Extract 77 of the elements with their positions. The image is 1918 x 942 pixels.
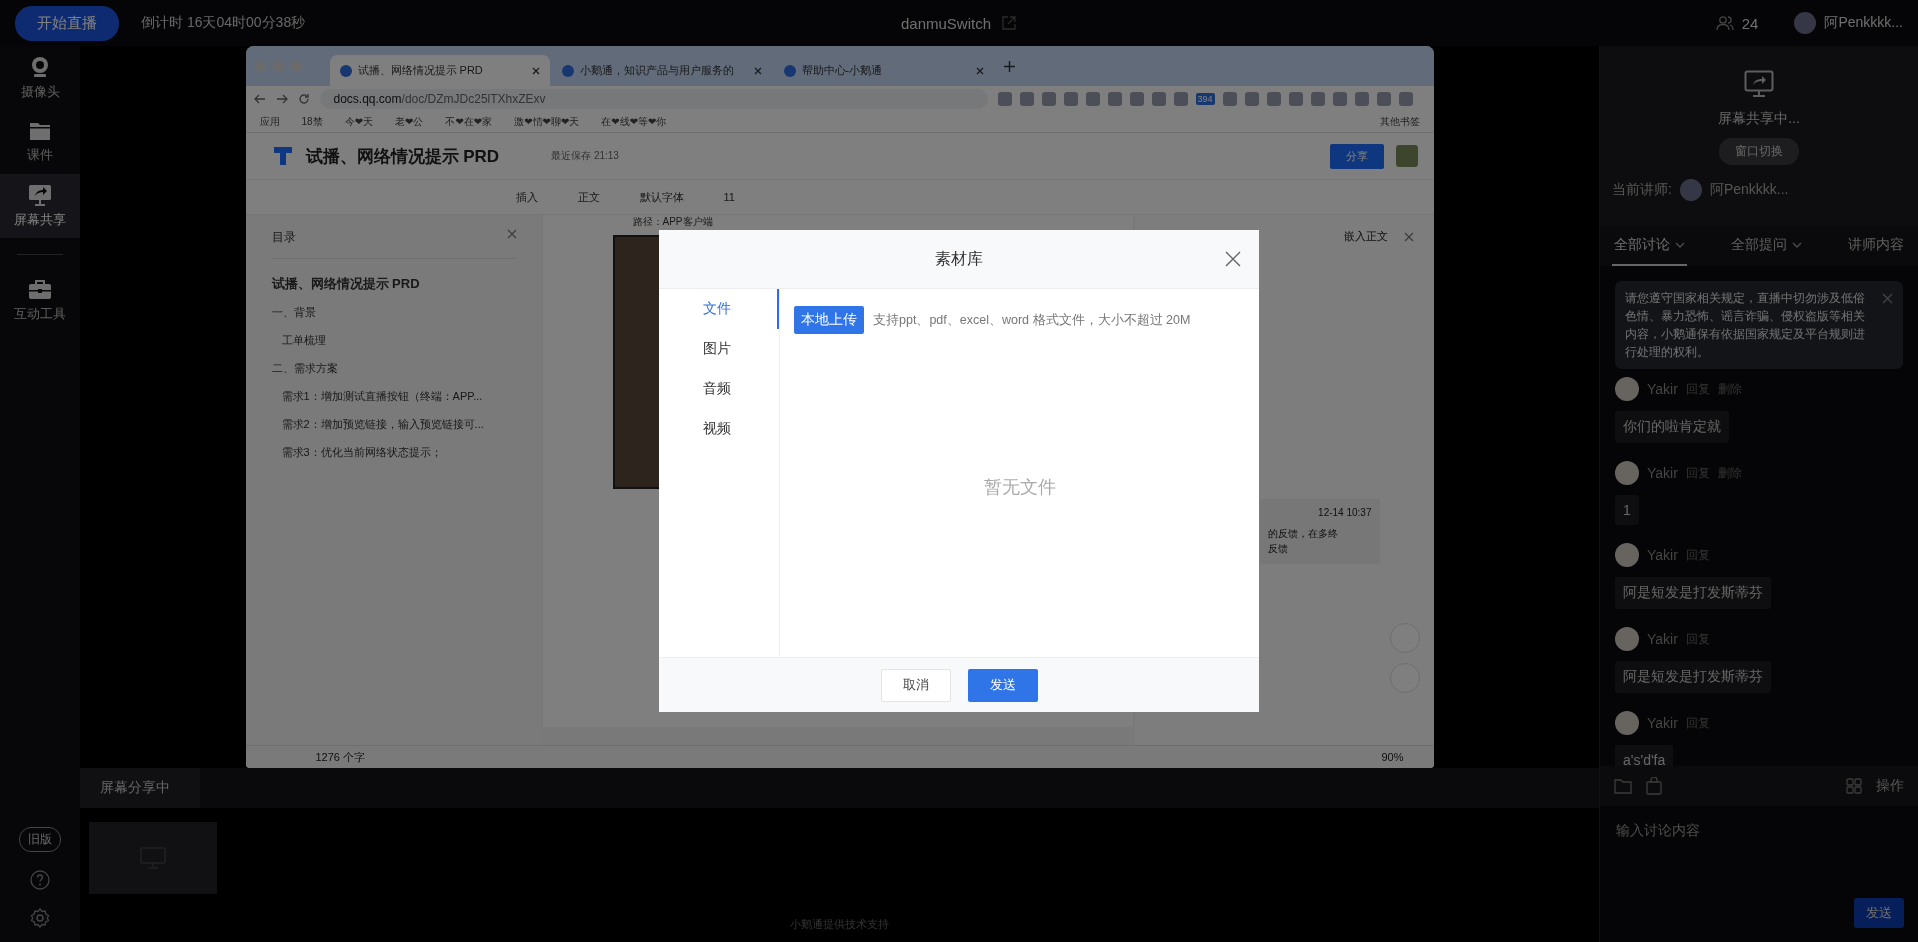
sidebar-item[interactable]: 摄像头 xyxy=(0,46,80,110)
message-bubble: 阿是短发是打发斯蒂芬 xyxy=(1615,577,1771,609)
switch-window-button[interactable]: 窗口切换 xyxy=(1719,138,1799,165)
countdown-text: 倒计时 16天04时00分38秒 xyxy=(141,14,306,32)
toolbar-dropdown[interactable]: 默认字体 xyxy=(639,189,684,205)
zoom-level: 90% xyxy=(1381,751,1404,763)
empty-state-text: 暂无文件 xyxy=(983,476,1056,499)
bookmark[interactable]: 今❤天 xyxy=(344,115,373,129)
screen-share-tab[interactable]: 屏幕分享中 xyxy=(80,768,200,808)
cancel-button[interactable]: 取消 xyxy=(880,668,951,702)
browser-tab[interactable]: 小鹅通，知识产品与用户服务的 xyxy=(551,55,772,86)
bookmark[interactable]: 激❤情❤聊❤天 xyxy=(514,115,580,129)
discussion-input[interactable]: 输入讨论内容 xyxy=(1614,820,1904,898)
doc-text: 路径：APP客户端 xyxy=(632,215,714,229)
old-version-button[interactable]: 旧版 xyxy=(19,827,61,852)
author-name: Yakir xyxy=(1647,381,1678,397)
discussion-tab[interactable]: 讲师内容 xyxy=(1846,226,1906,266)
bookmark[interactable]: 老❤公 xyxy=(395,115,424,129)
bookmark[interactable]: 不❤在❤家 xyxy=(445,115,493,129)
sharing-status: 屏幕共享中... xyxy=(1718,110,1800,128)
sidebar-item[interactable]: 互动工具 xyxy=(0,269,80,333)
bookmark[interactable]: 18禁 xyxy=(301,115,323,129)
bookmark[interactable]: 在❤线❤等❤你 xyxy=(601,115,667,129)
notice-text: 请您遵守国家相关规定，直播中切勿涉及低俗色情、暴力恐怖、谣言诈骗、侵权盗版等相关内容，小鹅通保有依据国家规定及平台规则进行处理的权利。 xyxy=(1625,290,1866,361)
outline-item[interactable]: 工单梳理 xyxy=(271,333,517,348)
author-name: Yakir xyxy=(1647,631,1678,647)
upload-hint: 支持ppt、pdf、excel、word 格式文件，大小不超过 20M xyxy=(873,311,1191,329)
address-bar[interactable]: docs.qq.com/doc/DZmJDc25lTXhxZExv xyxy=(319,89,988,109)
start-live-button[interactable]: 开始直播 xyxy=(15,5,119,41)
bookmark[interactable]: 应用 xyxy=(259,115,280,129)
outline-item[interactable]: 需求2：增加预览链接，输入预览链接可... xyxy=(271,417,517,432)
category-tab[interactable]: 视频 xyxy=(659,409,779,449)
sidebar-item[interactable]: 课件 xyxy=(0,110,80,174)
actions-label[interactable]: 操作 xyxy=(1876,777,1904,795)
message-bubble: a's'd'fa xyxy=(1615,745,1674,766)
outline-item[interactable]: 二、需求方案 xyxy=(271,361,517,376)
category-tab[interactable]: 音频 xyxy=(659,369,779,409)
share-button[interactable]: 分享 xyxy=(1329,143,1384,169)
local-upload-button[interactable]: 本地上传 xyxy=(794,306,864,334)
user-name: 阿Penkkkk... xyxy=(1824,14,1903,32)
outline-heading[interactable]: 试播、网络情况提示 PRD xyxy=(271,275,517,293)
toolbar-dropdown[interactable]: 插入 xyxy=(515,189,538,205)
author-name: Yakir xyxy=(1647,465,1678,481)
outline-item[interactable]: 一、背景 xyxy=(271,305,517,320)
comment-text: 反馈 xyxy=(1267,542,1289,556)
browser-tab[interactable]: 帮助中心-小鹅通 xyxy=(773,55,994,86)
browser-tab[interactable]: 试播、网络情况提示 PRD xyxy=(329,55,550,86)
send-button[interactable]: 发送 xyxy=(1854,898,1904,928)
outline-title: 目录 xyxy=(271,229,296,246)
category-tab[interactable]: 文件 xyxy=(659,289,779,329)
lecturer-name: 阿Penkkkk... xyxy=(1709,181,1789,199)
word-count: 1276 个字 xyxy=(315,749,366,765)
send-button[interactable]: 发送 xyxy=(967,668,1038,702)
lecturer-label: 当前讲师: xyxy=(1612,181,1672,199)
save-status: 最近保存 21:13 xyxy=(551,149,619,163)
author-name: Yakir xyxy=(1647,547,1678,563)
discussion-tab[interactable]: 全部讨论 xyxy=(1612,226,1687,266)
bookmark[interactable]: 其他书签 xyxy=(1379,115,1420,129)
message-bubble: 阿是短发是打发斯蒂芬 xyxy=(1615,661,1771,693)
dialog-title: 素材库 xyxy=(935,248,983,269)
comment-date: 12-14 10:37 xyxy=(1317,507,1372,518)
author-name: Yakir xyxy=(1647,715,1678,731)
sidebar-item[interactable]: 屏幕共享 xyxy=(0,174,80,238)
outline-item[interactable]: 需求1：增加测试直播按钮（终端：APP... xyxy=(271,389,517,404)
extension-badge[interactable]: 394 xyxy=(1195,93,1215,105)
doc-title: 试播、网络情况提示 PRD xyxy=(305,145,500,168)
toolbar-dropdown[interactable]: 正文 xyxy=(577,189,600,205)
embed-label[interactable]: 嵌入正文 xyxy=(1343,229,1388,244)
category-tab[interactable]: 图片 xyxy=(659,329,779,369)
room-title: danmuSwitch xyxy=(901,14,991,32)
outline-item[interactable]: 需求3：优化当前网络状态提示； xyxy=(271,445,517,460)
message-bubble: 1 xyxy=(1615,495,1639,525)
discussion-tab[interactable]: 全部提问 xyxy=(1729,226,1804,266)
viewer-count: 24 xyxy=(1741,14,1759,32)
comment-text: 的反馈，在多终 xyxy=(1267,527,1339,541)
toolbar-dropdown[interactable]: 11 xyxy=(723,191,735,203)
message-bubble: 你们的啦肯定就 xyxy=(1615,411,1729,443)
